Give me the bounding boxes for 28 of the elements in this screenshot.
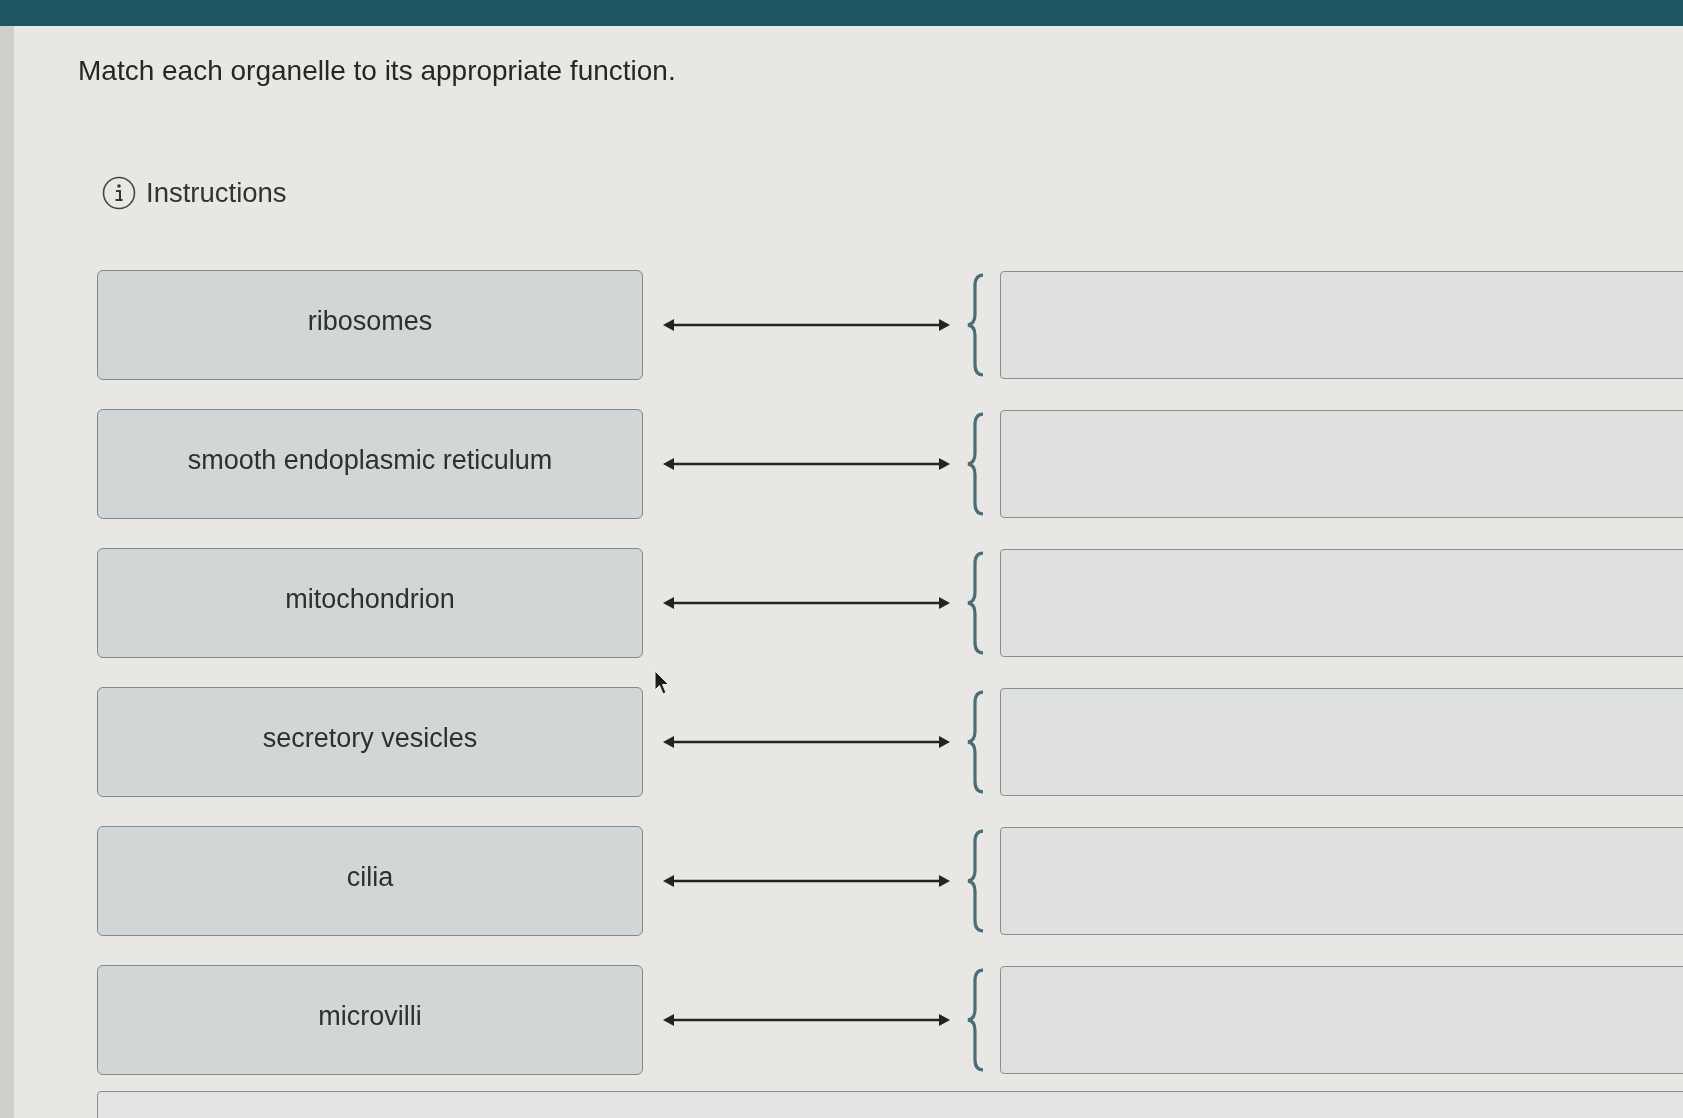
double-headed-arrow-icon [663, 317, 950, 333]
question-prompt: Match each organelle to its appropriate function. [78, 54, 676, 88]
organelle-card[interactable]: cilia [97, 826, 643, 936]
organelle-card[interactable]: microvilli [97, 965, 643, 1075]
curly-brace-icon [966, 690, 986, 794]
organelle-card[interactable]: mitochondrion [97, 548, 643, 658]
answer-box[interactable] [1000, 549, 1683, 657]
mouse-pointer-icon [654, 670, 670, 696]
double-headed-arrow-icon [663, 873, 950, 889]
double-headed-arrow-icon [663, 1012, 950, 1028]
info-icon[interactable] [102, 176, 136, 210]
organelle-card[interactable]: smooth endoplasmic reticulum [97, 409, 643, 519]
answer-box[interactable] [1000, 410, 1683, 518]
curly-brace-icon [966, 551, 986, 655]
instructions-link[interactable]: Instructions [146, 176, 287, 210]
double-headed-arrow-icon [663, 456, 950, 472]
double-headed-arrow-icon [663, 595, 950, 611]
curly-brace-icon [966, 273, 986, 377]
answer-box[interactable] [1000, 827, 1683, 935]
answer-box[interactable] [1000, 271, 1683, 379]
answer-box[interactable] [1000, 966, 1683, 1074]
curly-brace-icon [966, 412, 986, 516]
curly-brace-icon [966, 968, 986, 1072]
organelle-card[interactable]: secretory vesicles [97, 687, 643, 797]
curly-brace-icon [966, 829, 986, 933]
organelle-card[interactable]: ribosomes [97, 270, 643, 380]
double-headed-arrow-icon [663, 734, 950, 750]
answer-box[interactable] [1000, 688, 1683, 796]
